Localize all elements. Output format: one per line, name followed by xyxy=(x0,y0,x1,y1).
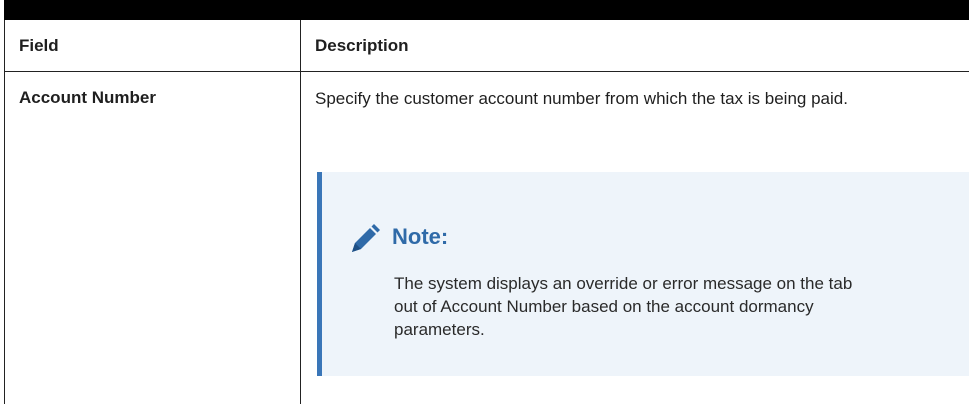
table-header-row: Field Description xyxy=(5,20,969,72)
top-rule xyxy=(4,0,969,20)
column-divider xyxy=(300,20,301,404)
field-name: Account Number xyxy=(19,88,156,107)
header-field: Field xyxy=(19,36,59,55)
header-description: Description xyxy=(315,36,409,55)
note-text: The system displays an override or error… xyxy=(394,274,853,339)
note-box: Note: The system displays an override or… xyxy=(317,172,969,376)
field-description-table: Field Description Account Number Specify… xyxy=(4,20,969,404)
field-description: Specify the customer account number from… xyxy=(315,89,848,108)
pencil-icon xyxy=(352,224,380,252)
note-title: Note: xyxy=(392,224,449,249)
